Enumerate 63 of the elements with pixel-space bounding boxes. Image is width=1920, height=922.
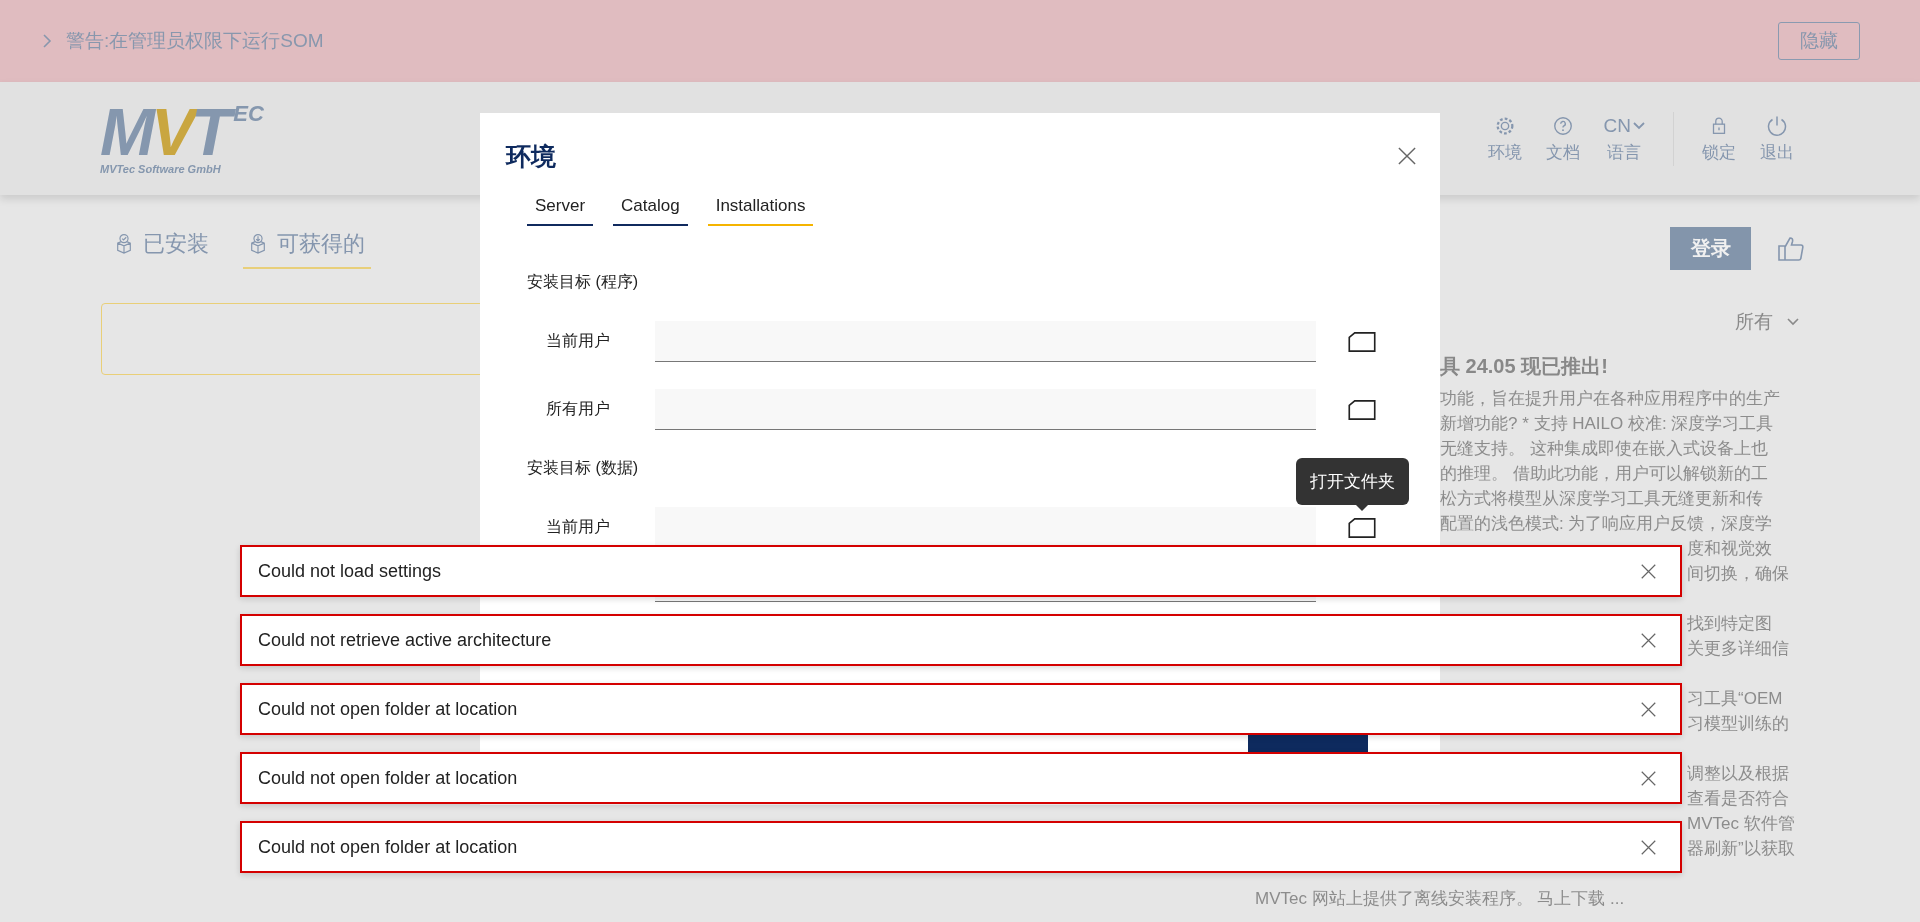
tooltip-pointer-icon: [1356, 504, 1368, 511]
news-text: 找到特定图: [1687, 614, 1772, 633]
error-message: Could not open folder at location: [258, 698, 518, 720]
login-button[interactable]: 登录: [1670, 227, 1751, 270]
news-text: 关更多详细信: [1687, 639, 1789, 658]
error-message: Could not open folder at location: [258, 836, 518, 858]
error-message: Could not load settings: [258, 560, 442, 582]
news-text: 查看是否符合: [1687, 789, 1789, 808]
nav-lock-button[interactable]: 锁定: [1696, 113, 1742, 164]
dialog-tab[interactable]: Server: [527, 192, 594, 226]
news-text: 松方式将模型从深度学习工具无缝更新和传: [1440, 489, 1763, 508]
chevron-down-icon: [1633, 121, 1645, 130]
tooltip: 打开文件夹: [1296, 457, 1409, 505]
news-text: 习模型训练的: [1687, 714, 1789, 733]
news-text: 习工具“OEM: [1687, 689, 1783, 708]
field-label: 所有用户: [545, 399, 611, 419]
field-label: 当前用户: [545, 331, 611, 351]
news-text: 调整以及根据: [1687, 764, 1789, 783]
chevron-down-icon: [1787, 318, 1799, 326]
close-icon[interactable]: [1641, 839, 1656, 855]
path-field[interactable]: [655, 507, 1316, 548]
news-text: 器刷新”以获取: [1687, 839, 1795, 858]
logo-caption: MVTec Software GmbH: [100, 162, 222, 175]
news-text: 配置的浅色模式: 为了响应用户反馈，深度学: [1440, 514, 1773, 533]
error-message: Could not retrieve active architecture: [258, 629, 552, 651]
close-icon[interactable]: [1398, 147, 1416, 165]
dialog-tab[interactable]: Catalog: [613, 192, 688, 226]
package-download-icon: [249, 233, 267, 255]
filter-dropdown[interactable]: 所有: [1729, 307, 1805, 337]
field-label: 当前用户: [545, 517, 611, 537]
news-title: 具 24.05 现已推出!: [1439, 354, 1609, 379]
error-message: Could not open folder at location: [258, 767, 518, 789]
dialog-tab[interactable]: Installations: [707, 192, 814, 226]
news-text: 间切换，确保: [1687, 564, 1789, 583]
package-check-icon: [115, 233, 133, 255]
nav-settings-button[interactable]: 环境: [1481, 113, 1528, 164]
close-icon[interactable]: [1641, 563, 1656, 579]
news-text: 功能，旨在提升用户在各种应用程序中的生产: [1440, 389, 1780, 408]
close-icon[interactable]: [1641, 632, 1656, 648]
path-field[interactable]: [655, 321, 1316, 362]
close-icon[interactable]: [1641, 770, 1656, 786]
section-heading: 安装目标 (数据): [527, 458, 640, 478]
nav-language-button[interactable]: CN 语言: [1597, 113, 1651, 164]
dialog-title: 环境: [506, 140, 556, 172]
folder-icon[interactable]: [1348, 331, 1376, 352]
warning-message: 警告:在管理员权限下运行SOM: [66, 29, 324, 53]
path-field[interactable]: [655, 389, 1316, 430]
folder-icon[interactable]: [1348, 517, 1376, 538]
close-icon[interactable]: [1641, 701, 1656, 717]
nav-docs-button[interactable]: 文档: [1539, 113, 1586, 164]
section-heading: 安装目标 (程序): [527, 272, 640, 292]
logo: MVT$^{EC}$: [100, 102, 264, 161]
news-text: MVTec 软件管: [1687, 814, 1795, 833]
folder-icon[interactable]: [1348, 399, 1376, 420]
hide-button[interactable]: 隐藏: [1778, 22, 1860, 60]
news-text: MVTec 网站上提供了离线安装程序。 马上下载 ...: [1255, 889, 1625, 908]
available-tab[interactable]: 可获得的: [243, 225, 371, 269]
news-text: 的推理。 借助此功能，用户可以解锁新的工: [1440, 464, 1768, 483]
news-text: 新增功能? * 支持 HAILO 校准: 深度学习工具: [1440, 414, 1774, 433]
installed-tab[interactable]: 已安装: [109, 225, 215, 269]
news-text: 无缝支持。 这种集成即使在嵌入式设备上也: [1440, 439, 1768, 458]
nav-power-button[interactable]: 退出: [1754, 113, 1800, 164]
news-text: 度和视觉效: [1687, 539, 1772, 558]
